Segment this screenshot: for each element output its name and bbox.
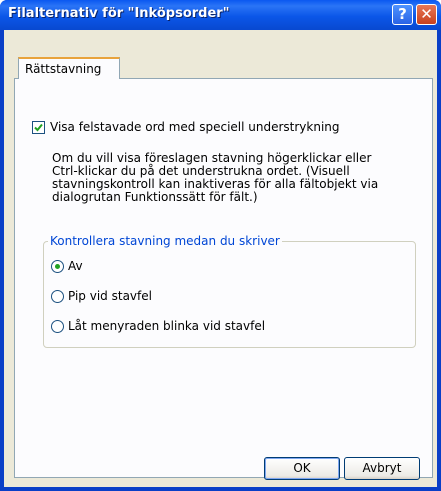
radio-blink-label[interactable]: Låt menyraden blinka vid stavfel bbox=[68, 319, 265, 333]
description-text: Om du vill visa föreslagen stavning höge… bbox=[52, 152, 392, 204]
close-button[interactable]: ✕ bbox=[416, 4, 437, 25]
help-button[interactable]: ? bbox=[392, 4, 413, 25]
radio-pip-label[interactable]: Pip vid stavfel bbox=[68, 289, 152, 303]
checkmark-icon bbox=[34, 123, 43, 132]
cancel-button[interactable]: Avbryt bbox=[344, 457, 420, 480]
show-misspelled-checkbox[interactable] bbox=[32, 121, 45, 134]
group-title: Kontrollera stavning medan du skriver bbox=[48, 234, 282, 248]
close-icon: ✕ bbox=[420, 5, 433, 23]
dialog-window: Filalternativ för "Inköpsorder" ? ✕ Rätt… bbox=[0, 0, 441, 491]
show-misspelled-label[interactable]: Visa felstavade ord med speciell underst… bbox=[50, 120, 340, 134]
ok-button[interactable]: OK bbox=[264, 457, 340, 480]
description-line: dialogrutan Funktionssätt för fält.) bbox=[52, 190, 258, 204]
dialog-client-area: Rättstavning Visa felstavade ord med spe… bbox=[4, 30, 437, 487]
tab-rattstavning[interactable]: Rättstavning bbox=[18, 57, 120, 79]
title-bar[interactable]: Filalternativ för "Inköpsorder" ? ✕ bbox=[0, 0, 441, 30]
radio-pip[interactable] bbox=[51, 290, 64, 303]
radio-selected-dot bbox=[55, 264, 60, 269]
radio-av-label[interactable]: Av bbox=[68, 259, 83, 273]
radio-blink[interactable] bbox=[51, 320, 64, 333]
window-title: Filalternativ för "Inköpsorder" bbox=[8, 6, 230, 21]
help-icon: ? bbox=[398, 5, 407, 23]
radio-av[interactable] bbox=[51, 260, 64, 273]
